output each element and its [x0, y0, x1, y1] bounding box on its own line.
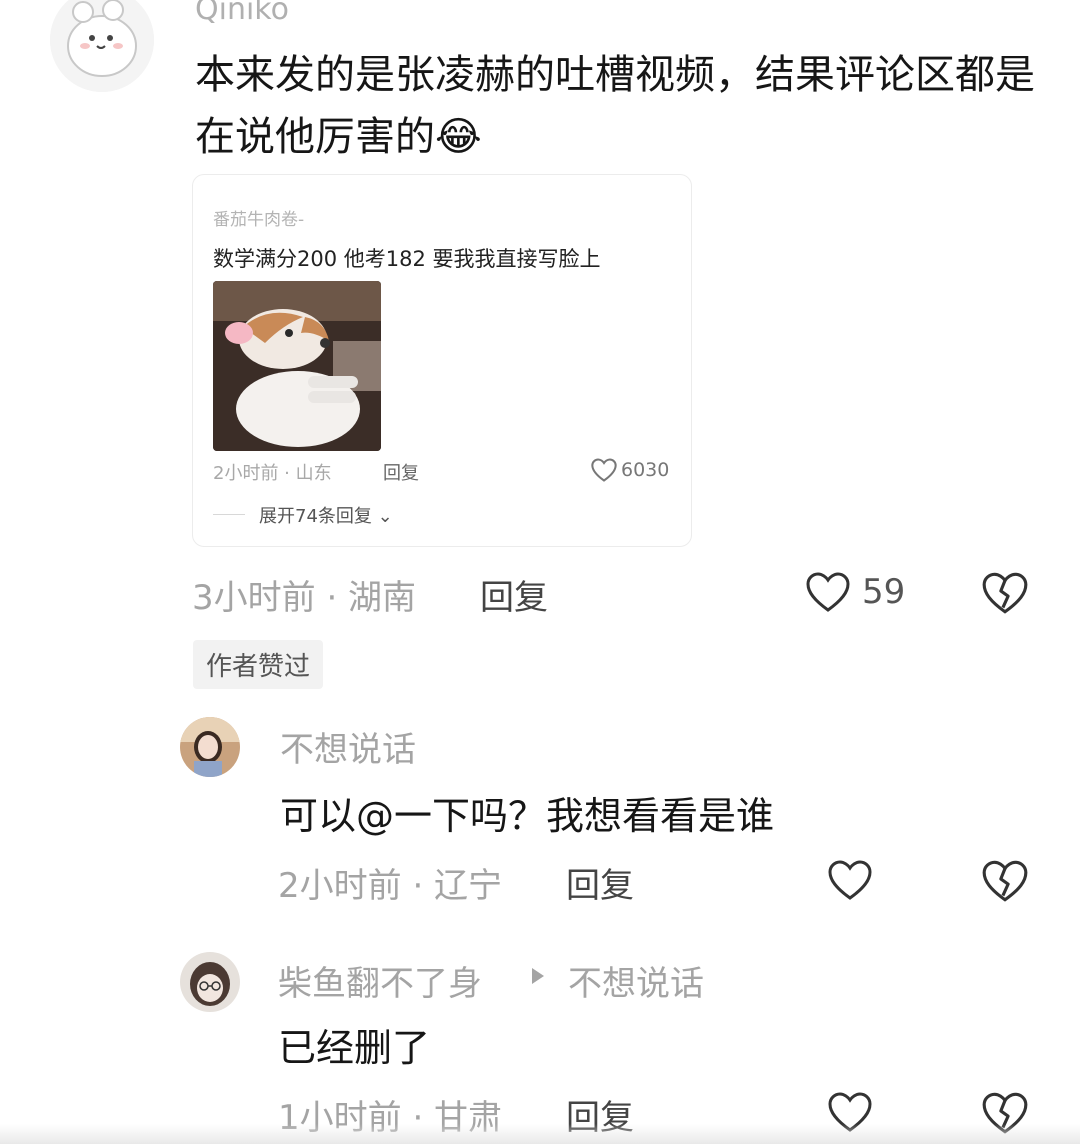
reply-button[interactable]: 回复: [566, 858, 634, 907]
expand-replies-button[interactable]: 展开74条回复 ⌄: [259, 502, 393, 528]
avatar[interactable]: [50, 0, 154, 92]
avatar[interactable]: [180, 952, 240, 1012]
reply-button[interactable]: 回复: [480, 570, 548, 619]
author-liked-badge: 作者赞过: [193, 640, 324, 689]
quoted-comment-card[interactable]: 番茄牛肉卷- 数学满分200 他考182 要我我直接写脸上 2小时前 · 山东 …: [192, 174, 692, 547]
quoted-author: 番茄牛肉卷-: [213, 210, 305, 230]
reply-text: 可以@一下吗？我想看看是谁: [280, 794, 775, 838]
comment-meta: 3小时前 · 湖南: [192, 578, 417, 618]
broken-heart-icon[interactable]: [980, 858, 1030, 904]
heart-outline-icon[interactable]: [826, 858, 874, 902]
reply-to-username[interactable]: 不想说话: [568, 956, 704, 1005]
comment-text: 本来发的是张凌赫的吐槽视频，结果评论区都是在说他厉害的😂: [195, 52, 1035, 160]
quoted-meta: 2小时前 · 山东: [213, 463, 332, 484]
broken-heart-icon[interactable]: [980, 570, 1030, 616]
heart-outline-icon[interactable]: [590, 457, 618, 483]
reply-text: 已经删了: [278, 1026, 431, 1070]
quoted-text: 数学满分200 他考182 要我我直接写脸上: [213, 247, 601, 271]
quoted-like-count: 6030: [621, 459, 670, 481]
reply-username[interactable]: 不想说话: [280, 722, 416, 771]
comment-username[interactable]: Qiniko: [195, 0, 289, 27]
play-triangle-icon: [530, 966, 546, 986]
bottom-edge: [0, 1124, 1080, 1144]
reply-username[interactable]: 柴鱼翻不了身: [278, 956, 482, 1005]
avatar[interactable]: [180, 717, 240, 777]
heart-outline-icon[interactable]: [804, 570, 852, 614]
quoted-image[interactable]: [213, 281, 381, 451]
reply-meta: 2小时前 · 辽宁: [278, 866, 503, 906]
divider: [213, 514, 245, 515]
like-count: 59: [862, 572, 906, 612]
quoted-reply-button[interactable]: 回复: [383, 459, 419, 485]
